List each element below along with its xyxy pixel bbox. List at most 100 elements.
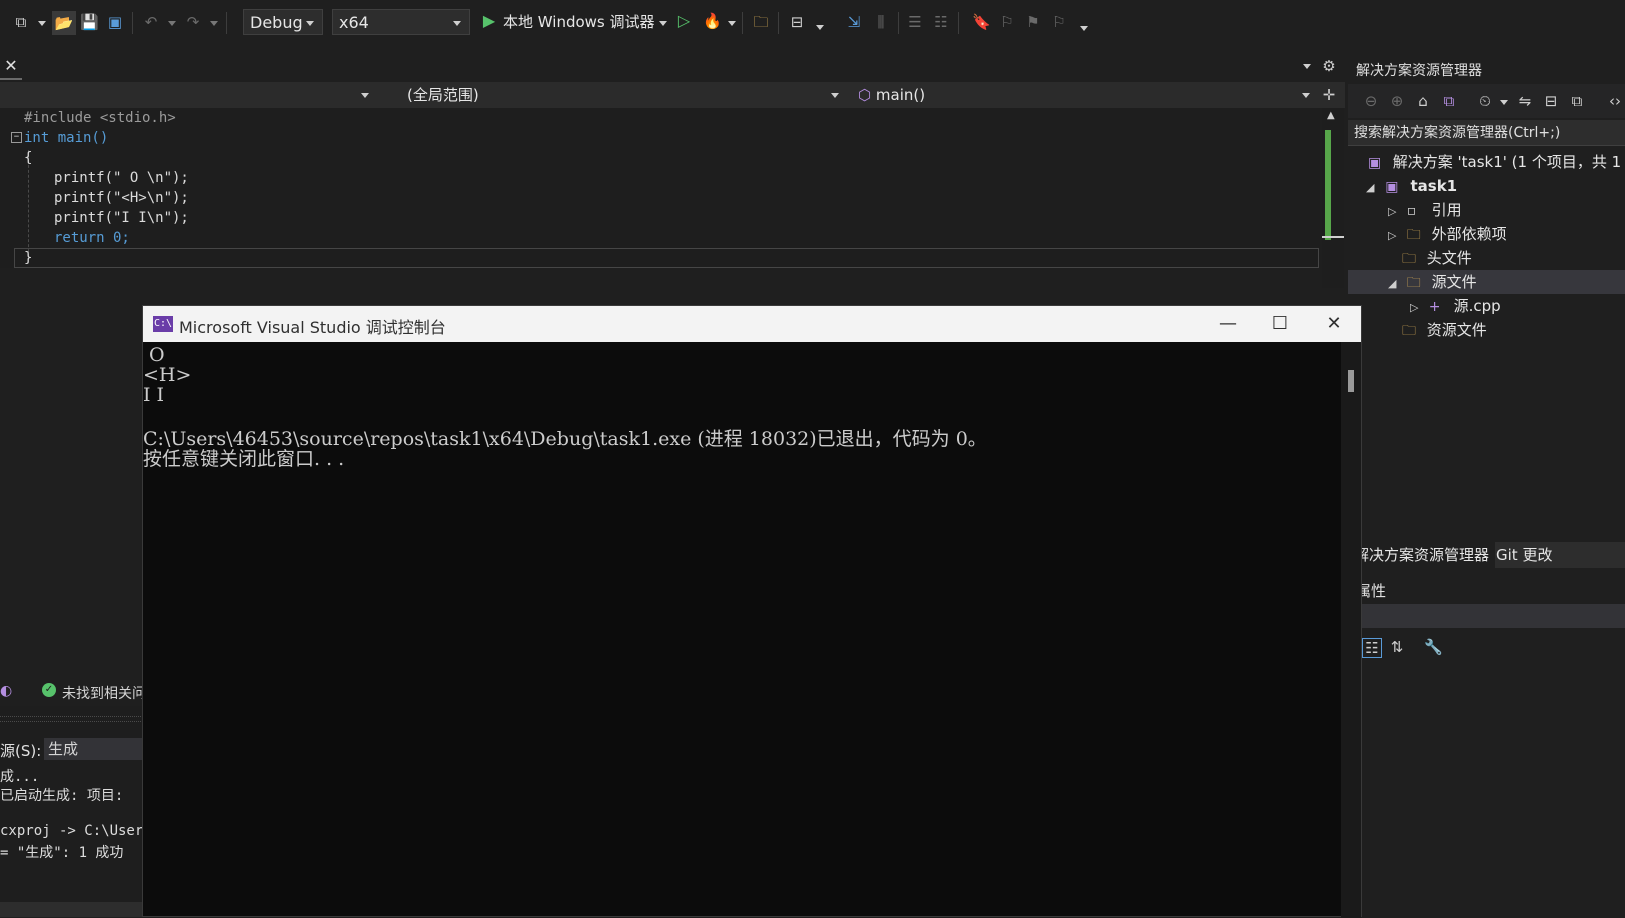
- tab-solution-explorer[interactable]: 解决方案资源管理器: [1348, 542, 1496, 568]
- editor-status-bar: ◐ ✓ 未找到相关问: [0, 680, 146, 704]
- output-panel: 源(S): 生成 成... 已启动生成: 项目: cxproj -> C:\Us…: [0, 706, 152, 917]
- debug-console-window[interactable]: C:\ Microsoft Visual Studio 调试控制台 — ☐ ✕ …: [142, 305, 1362, 918]
- chevron-down-icon: [1302, 93, 1310, 98]
- open-folder-icon[interactable]: 📂: [52, 11, 76, 35]
- console-line-3: I I: [143, 384, 165, 406]
- start-debugging-icon[interactable]: ▶: [480, 12, 498, 30]
- tree-source-cpp[interactable]: ▷ + 源.cpp: [1410, 294, 1501, 318]
- resources-label: 资源文件: [1426, 321, 1487, 339]
- scrollbar-thumb[interactable]: [1325, 130, 1331, 240]
- maximize-icon[interactable]: ☐: [1257, 310, 1303, 338]
- scrollbar-thumb[interactable]: [1348, 370, 1354, 392]
- solution-explorer-title: 解决方案资源管理器: [1356, 63, 1482, 79]
- redo-dropdown-caret[interactable]: [210, 21, 218, 26]
- close-icon[interactable]: ✕: [1311, 310, 1357, 338]
- categorized-icon[interactable]: ☷: [1362, 638, 1382, 658]
- hot-reload-dropdown-caret[interactable]: [728, 21, 736, 26]
- split-editor-icon[interactable]: ✛: [1320, 86, 1338, 104]
- collapse-icon[interactable]: −: [11, 132, 22, 143]
- console-vertical-scrollbar[interactable]: [1341, 342, 1361, 918]
- switch-views-icon[interactable]: ⧉: [1440, 92, 1458, 110]
- step-icon[interactable]: ⇲: [845, 13, 863, 31]
- code-line-6: printf("I I\n");: [54, 210, 189, 226]
- bookmark-icon[interactable]: 🔖: [972, 13, 991, 31]
- check-circle-icon: ✓: [42, 683, 56, 697]
- scope-dropdown[interactable]: (全局范围): [383, 82, 845, 108]
- hot-reload-icon[interactable]: 🔥: [703, 12, 722, 30]
- tree-sources[interactable]: ◢ 🗀 源文件: [1348, 270, 1625, 294]
- back-icon[interactable]: ⊖: [1362, 92, 1380, 110]
- debug-target-dropdown-caret[interactable]: [659, 21, 667, 26]
- code-line-7: return 0;: [54, 230, 130, 246]
- code-view-icon[interactable]: ‹›: [1606, 92, 1624, 110]
- member-dropdown[interactable]: ⬡ main(): [852, 82, 1316, 108]
- solution-folder-icon[interactable]: 🗀: [752, 13, 770, 31]
- undo-dropdown-caret[interactable]: [168, 21, 176, 26]
- outdent-icon[interactable]: ☰: [906, 13, 924, 31]
- editor-vertical-scrollbar[interactable]: ▲: [1322, 108, 1344, 288]
- project-icon: ▣: [1385, 179, 1399, 195]
- output-source-select[interactable]: 生成: [44, 738, 145, 760]
- tree-external-deps[interactable]: ▷ 🗀 外部依赖项: [1388, 222, 1507, 246]
- start-debugging-button[interactable]: 本地 Windows 调试器: [503, 11, 655, 32]
- indent-icon[interactable]: ☷: [932, 13, 950, 31]
- method-cube-icon: ⬡: [858, 86, 872, 104]
- layout-dropdown-caret[interactable]: [816, 25, 824, 30]
- collapsed-triangle-icon[interactable]: ▷: [1388, 200, 1402, 224]
- sync-icon[interactable]: ⇋: [1516, 92, 1534, 110]
- scroll-up-icon[interactable]: ▲: [1327, 110, 1335, 121]
- tree-headers[interactable]: 🗀 头文件: [1402, 246, 1472, 270]
- tree-project[interactable]: ◢ ▣ task1: [1366, 174, 1457, 198]
- tree-solution[interactable]: ▣ 解决方案 'task1' (1 个项目，共 1 个: [1368, 150, 1625, 174]
- alphabetical-icon[interactable]: ⇅: [1388, 638, 1406, 656]
- code-editor[interactable]: − #include <stdio.h> int main() { printf…: [0, 108, 1320, 268]
- editor-tab-strip: ✕ ⚙: [0, 52, 1345, 80]
- gear-icon[interactable]: ⚙: [1320, 57, 1338, 75]
- expanded-triangle-icon[interactable]: ◢: [1366, 176, 1380, 200]
- start-without-debugging-icon[interactable]: ▷: [675, 12, 693, 30]
- collapsed-triangle-icon[interactable]: ▷: [1410, 296, 1424, 320]
- comment-icon[interactable]: ⫼: [872, 13, 890, 31]
- tab-git-changes[interactable]: Git 更改: [1490, 542, 1558, 568]
- tree-resources[interactable]: 🗀 资源文件: [1402, 318, 1487, 342]
- show-all-files-icon[interactable]: ⧉: [1568, 92, 1586, 110]
- forward-icon[interactable]: ⊕: [1388, 92, 1406, 110]
- next-bookmark-icon[interactable]: ⚑: [1024, 13, 1042, 31]
- expanded-triangle-icon[interactable]: ◢: [1388, 272, 1402, 296]
- output-line-2: 已启动生成: 项目:: [0, 788, 124, 804]
- toolbar-overflow-caret[interactable]: [1080, 26, 1088, 31]
- tree-references[interactable]: ▷ ▫ 引用: [1388, 198, 1462, 222]
- clear-bookmarks-icon[interactable]: ⚐: [1050, 13, 1068, 31]
- new-item-dropdown-caret[interactable]: [38, 21, 46, 26]
- new-item-icon[interactable]: ⧉: [12, 13, 30, 31]
- minimize-icon[interactable]: —: [1205, 310, 1251, 338]
- output-source-value: 生成: [48, 740, 79, 758]
- property-pages-icon[interactable]: 🔧: [1424, 638, 1443, 656]
- properties-object-selector[interactable]: [1348, 604, 1625, 628]
- platform-combo[interactable]: x64: [332, 9, 470, 35]
- save-icon[interactable]: 💾: [80, 13, 99, 31]
- prev-bookmark-icon[interactable]: ⚐: [998, 13, 1016, 31]
- redo-icon[interactable]: ↷: [184, 13, 202, 31]
- solution-explorer-panel: 解决方案资源管理器 ⊖ ⊕ ⌂ ⧉ ⏲ ⇋ ⊟ ⧉ ‹› 搜索解决方案资源管理器…: [1348, 52, 1625, 917]
- chevron-down-icon: [831, 93, 839, 98]
- project-dropdown[interactable]: [0, 82, 375, 108]
- window-layout-icon[interactable]: ⊟: [788, 13, 806, 31]
- solution-search-input[interactable]: 搜索解决方案资源管理器(Ctrl+;): [1348, 120, 1625, 146]
- save-all-icon[interactable]: ▣: [106, 13, 124, 31]
- output-source-label: 源(S):: [0, 742, 42, 760]
- console-titlebar[interactable]: C:\ Microsoft Visual Studio 调试控制台 — ☐ ✕: [143, 306, 1361, 342]
- home-icon[interactable]: ⌂: [1414, 92, 1432, 110]
- issues-status-text: 未找到相关问: [62, 686, 146, 702]
- collapse-all-icon[interactable]: ⊟: [1542, 92, 1560, 110]
- project-label: task1: [1410, 177, 1458, 195]
- pending-changes-icon[interactable]: ⏲: [1476, 92, 1494, 110]
- filter-dropdown-caret[interactable]: [1500, 100, 1508, 105]
- ai-icon: ◐: [0, 683, 13, 699]
- configuration-combo[interactable]: Debug: [243, 9, 323, 35]
- collapsed-triangle-icon[interactable]: ▷: [1388, 224, 1402, 248]
- undo-icon[interactable]: ↶: [142, 13, 160, 31]
- close-icon[interactable]: ✕: [2, 57, 20, 75]
- tab-list-dropdown-caret[interactable]: [1303, 64, 1311, 69]
- external-deps-label: 外部依赖项: [1431, 225, 1507, 243]
